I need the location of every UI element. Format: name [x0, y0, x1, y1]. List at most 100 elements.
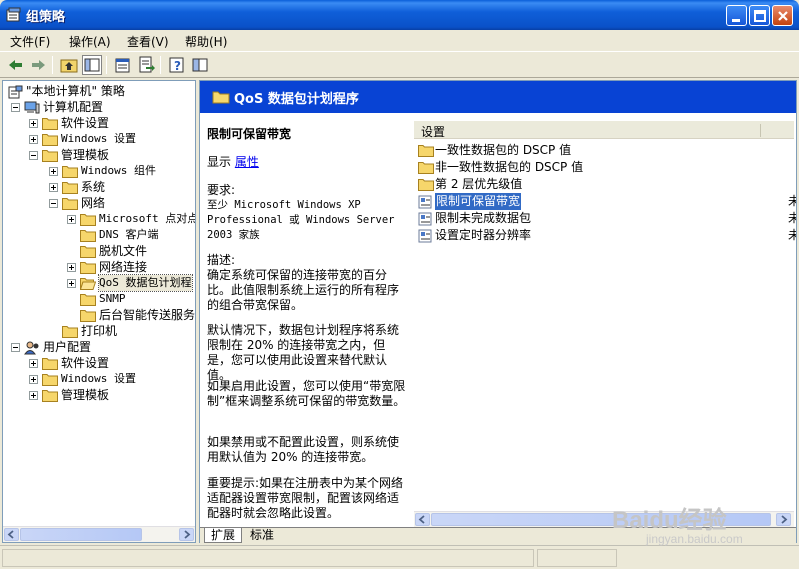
list-header[interactable]: 设置 [414, 121, 794, 139]
description-panel: 限制可保留带宽 显示 属性 要求: 至少 Microsoft Windows X… [200, 117, 412, 527]
expand-icon[interactable] [67, 263, 76, 272]
tree-item-label: 网络 [81, 196, 106, 210]
collapse-icon[interactable] [49, 199, 58, 208]
properties-link[interactable]: 属性 [235, 155, 259, 169]
tree-item[interactable]: 网络 [3, 195, 195, 211]
maximize-icon [754, 10, 766, 22]
tree-item[interactable]: 管理模板 [3, 147, 195, 163]
tree-pane[interactable]: "本地计算机" 策略 计算机配置 软件设置 Windows 设置 管理模板 Windows… [2, 80, 196, 543]
minimize-button[interactable] [726, 5, 747, 26]
folder-icon [42, 133, 58, 146]
title-bar[interactable]: 组策略 [0, 0, 799, 30]
folder-icon [418, 178, 434, 192]
tree-item[interactable]: Windows 设置 [3, 371, 195, 387]
folder-icon [80, 229, 96, 242]
forward-arrow-icon[interactable] [28, 55, 48, 75]
tree-item[interactable]: Windows 组件 [3, 163, 195, 179]
folder-icon [62, 181, 78, 194]
tree-item-label: Windows 组件 [81, 164, 156, 177]
tree-item[interactable]: SNMP [3, 291, 195, 307]
folder-icon [80, 213, 96, 226]
list-item[interactable]: 限制可保留带宽 未 [414, 193, 796, 210]
chevron-left-icon [7, 530, 14, 539]
toolbar: ? [0, 51, 799, 78]
menu-help[interactable]: 帮助(H) [185, 33, 227, 50]
list-item[interactable]: 非一致性数据包的 DSCP 值 [414, 159, 794, 176]
list-item-state: 未 [788, 194, 796, 208]
tree-item[interactable]: QoS 数据包计划程 [3, 274, 195, 292]
chevron-right-icon [184, 530, 191, 539]
column-settings[interactable]: 设置 [421, 123, 445, 140]
tree-item-label: SNMP [99, 292, 126, 305]
close-button[interactable] [772, 5, 793, 26]
tab-standard[interactable]: 标准 [244, 528, 280, 543]
requirements-text: 至少 Microsoft Windows XP Professional 或 W… [207, 199, 395, 241]
tree-item[interactable]: 脱机文件 [3, 243, 195, 259]
collapse-icon[interactable] [29, 151, 38, 160]
expand-icon[interactable] [29, 119, 38, 128]
tree-item[interactable]: 管理模板 [3, 387, 195, 403]
tree-item[interactable]: 软件设置 [3, 355, 195, 371]
tree-item[interactable]: 打印机 [3, 323, 195, 339]
menu-file[interactable]: 文件(F) [10, 33, 50, 50]
expand-icon[interactable] [29, 135, 38, 144]
tree-item-label: DNS 客户端 [99, 228, 159, 241]
watermark-url: jingyan.baidu.com [646, 532, 743, 546]
tree-item[interactable]: 软件设置 [3, 115, 195, 131]
tree-item[interactable]: DNS 客户端 [3, 227, 195, 243]
tree-item[interactable]: Windows 设置 [3, 131, 195, 147]
expand-icon[interactable] [67, 215, 76, 224]
folder-icon [42, 357, 58, 370]
collapse-icon[interactable] [11, 103, 20, 112]
list-horizontal-scrollbar[interactable] [414, 511, 794, 527]
close-icon [778, 11, 788, 21]
folder-icon [62, 197, 78, 210]
expand-icon[interactable] [67, 279, 76, 288]
expand-icon[interactable] [29, 359, 38, 368]
expand-icon[interactable] [49, 167, 58, 176]
tab-extended[interactable]: 扩展 [204, 528, 243, 543]
important-text: 重要提示:如果在注册表中为某个网络适配器设置带宽限制，配置该网络适配器时就会忽略… [207, 476, 404, 520]
up-folder-icon[interactable] [59, 55, 79, 75]
tree-item[interactable]: 后台智能传送服务 [3, 307, 195, 323]
tree-item[interactable]: 网络连接 [3, 259, 195, 275]
tree-item[interactable]: 用户配置 [3, 339, 195, 355]
show-hide-tree-button[interactable] [82, 55, 102, 75]
tree-item[interactable]: 系统 [3, 179, 195, 195]
help-icon[interactable]: ? [167, 55, 187, 75]
list-item[interactable]: 设置定时器分辨率 未 [414, 227, 796, 244]
scroll-right-button[interactable] [179, 528, 194, 541]
back-arrow-icon[interactable] [6, 55, 26, 75]
scroll-left-button[interactable] [415, 513, 430, 526]
settings-list[interactable]: 设置 一致性数据包的 DSCP 值非一致性数据包的 DSCP 值第 2 层优先级… [414, 121, 796, 527]
header-title: QoS 数据包计划程序 [234, 92, 359, 107]
tree-item-label: 打印机 [81, 324, 118, 338]
scroll-right-button[interactable] [776, 513, 791, 526]
list-item[interactable]: 限制未完成数据包 未 [414, 210, 796, 227]
list-item-label: 第 2 层优先级值 [435, 177, 523, 191]
folder-icon [42, 149, 58, 162]
description-pane-icon[interactable] [190, 55, 210, 75]
collapse-icon[interactable] [11, 343, 20, 352]
list-item[interactable]: 第 2 层优先级值 [414, 176, 794, 193]
folder-icon [418, 161, 434, 175]
scroll-thumb[interactable] [20, 528, 142, 541]
tree-item[interactable]: "本地计算机" 策略 [3, 83, 195, 99]
menu-bar: 文件(F) 操作(A) 查看(V) 帮助(H) [0, 30, 799, 50]
tree-horizontal-scrollbar[interactable] [3, 526, 195, 542]
list-item[interactable]: 一致性数据包的 DSCP 值 [414, 142, 794, 159]
expand-icon[interactable] [29, 375, 38, 384]
enabled-text: 如果启用此设置，您可以使用“带宽限制”框来调整系统可保留的带宽数量。 [207, 379, 406, 408]
scroll-left-button[interactable] [4, 528, 19, 541]
menu-view[interactable]: 查看(V) [127, 33, 169, 50]
expand-icon[interactable] [49, 183, 58, 192]
menu-action[interactable]: 操作(A) [69, 33, 111, 50]
maximize-button[interactable] [749, 5, 770, 26]
tree-item[interactable]: 计算机配置 [3, 99, 195, 115]
export-list-icon[interactable] [136, 55, 156, 75]
expand-icon[interactable] [29, 391, 38, 400]
tree-item-label: 软件设置 [61, 116, 110, 130]
tree-item[interactable]: Microsoft 点对点 [3, 211, 195, 227]
properties-icon[interactable] [113, 55, 133, 75]
tree-item-label: 计算机配置 [43, 100, 104, 114]
